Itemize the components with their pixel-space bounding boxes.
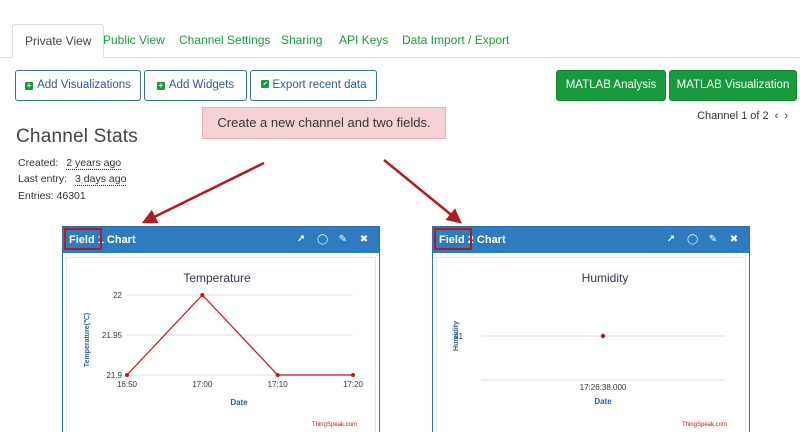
chart-title: Humidity	[582, 271, 629, 285]
stat-created-value: 2 years ago	[66, 157, 122, 170]
tab-api-keys[interactable]: API Keys	[339, 24, 388, 58]
close-icon[interactable]: ✖	[359, 227, 369, 253]
comment-icon[interactable]: ◯	[687, 227, 698, 253]
matlab-analysis-button[interactable]: MATLAB Analysis	[556, 70, 666, 101]
widget-actions: ↗ ◯ ✎ ✖	[655, 227, 739, 253]
widget-header: Field 2 Chart ↗ ◯ ✎ ✖	[433, 227, 749, 253]
y-axis-label: Humidity	[453, 321, 460, 351]
export-icon	[260, 80, 269, 88]
stat-last-entry-value: 3 days ago	[75, 173, 127, 186]
tab-channel-settings[interactable]: Channel Settings	[179, 24, 270, 58]
plus-icon: +	[25, 81, 34, 90]
export-recent-data-label: Export recent data	[272, 79, 367, 91]
external-link-icon[interactable]: ↗	[666, 227, 676, 253]
data-point	[600, 333, 606, 339]
temperature-chart: Temperature 22 21.95 21.9 16:50 17:00 17:10 1…	[66, 257, 376, 432]
tab-private-view[interactable]: Private View	[12, 24, 105, 58]
data-point	[200, 293, 205, 297]
x-axis-label: Date	[230, 398, 248, 407]
channel-tabs: Private View Public View Channel Setting…	[0, 0, 800, 58]
y-tick-label: 22	[113, 291, 122, 300]
tab-data-import-export[interactable]: Data Import / Export	[402, 24, 509, 58]
data-point	[275, 373, 280, 377]
chart-credit: ThingSpeak.com	[682, 422, 727, 428]
x-tick-label: 17:00	[192, 380, 213, 389]
tab-sharing[interactable]: Sharing	[281, 24, 322, 58]
chart-title: Temperature	[183, 271, 251, 285]
tab-public-view[interactable]: Public View	[103, 24, 165, 58]
stat-entries-label: Entries:	[18, 190, 54, 202]
widget-title-rest: Chart	[473, 234, 506, 246]
callout-note: Create a new channel and two fields.	[202, 107, 446, 139]
x-axis-label: Date	[594, 397, 612, 406]
chart-credit: ThingSpeak.com	[312, 422, 357, 428]
field-2-chart-widget: Field 2 Chart ↗ ◯ ✎ ✖ Humidity 41 17:26:…	[432, 226, 750, 432]
stat-last-entry-label: Last entry:	[18, 173, 68, 185]
pencil-icon[interactable]: ✎	[338, 227, 348, 253]
add-visualizations-label: Add Visualizations	[37, 79, 131, 91]
x-tick-label: 16:50	[117, 380, 138, 389]
y-tick-label: 21.9	[106, 371, 122, 380]
matlab-visualization-button[interactable]: MATLAB Visualization	[669, 70, 797, 101]
stat-entries: Entries: 46301	[18, 190, 86, 202]
export-recent-data-button[interactable]: Export recent data	[250, 70, 377, 101]
x-tick-label: 17:10	[268, 380, 289, 389]
comment-icon[interactable]: ◯	[317, 227, 328, 253]
field-1-chart-widget: Field 1 Chart ↗ ◯ ✎ ✖ Temperature 22 21.9…	[62, 226, 380, 432]
y-axis-label: Temperature(℃)	[83, 313, 91, 367]
stat-created: Created: 2 years ago	[18, 157, 122, 170]
humidity-chart: Humidity 41 17:26:38.000 Date Humidity T…	[436, 257, 746, 432]
channel-pager-label: Channel 1 of 2	[697, 110, 769, 122]
stat-last-entry: Last entry: 3 days ago	[18, 173, 127, 186]
add-widgets-label: Add Widgets	[168, 79, 235, 91]
data-point	[125, 373, 129, 377]
widget-title-rest: Chart	[103, 234, 136, 246]
arrow-to-field-1	[141, 161, 265, 224]
data-point	[351, 373, 355, 377]
arrow-to-field-2	[383, 159, 462, 224]
y-tick-label: 21.95	[102, 331, 123, 340]
x-tick-label: 17:20	[343, 380, 364, 389]
x-tick-label: 17:26:38.000	[580, 383, 627, 392]
stat-created-label: Created:	[18, 157, 59, 169]
add-widgets-button[interactable]: + Add Widgets	[144, 70, 247, 101]
chevron-left-icon[interactable]: ‹	[775, 110, 779, 122]
channel-pager: Channel 1 of 2 ‹ ›	[697, 110, 788, 122]
widget-header: Field 1 Chart ↗ ◯ ✎ ✖	[63, 227, 379, 253]
field-highlight-box	[64, 228, 102, 250]
widget-actions: ↗ ◯ ✎ ✖	[285, 227, 369, 253]
pencil-icon[interactable]: ✎	[708, 227, 718, 253]
stat-entries-value: 46301	[56, 190, 86, 202]
plus-icon: +	[156, 81, 165, 90]
add-visualizations-button[interactable]: + Add Visualizations	[15, 70, 141, 101]
chevron-right-icon[interactable]: ›	[784, 110, 788, 122]
page-title: Channel Stats	[16, 126, 138, 147]
field-highlight-box	[434, 228, 472, 250]
external-link-icon[interactable]: ↗	[296, 227, 306, 253]
close-icon[interactable]: ✖	[729, 227, 739, 253]
